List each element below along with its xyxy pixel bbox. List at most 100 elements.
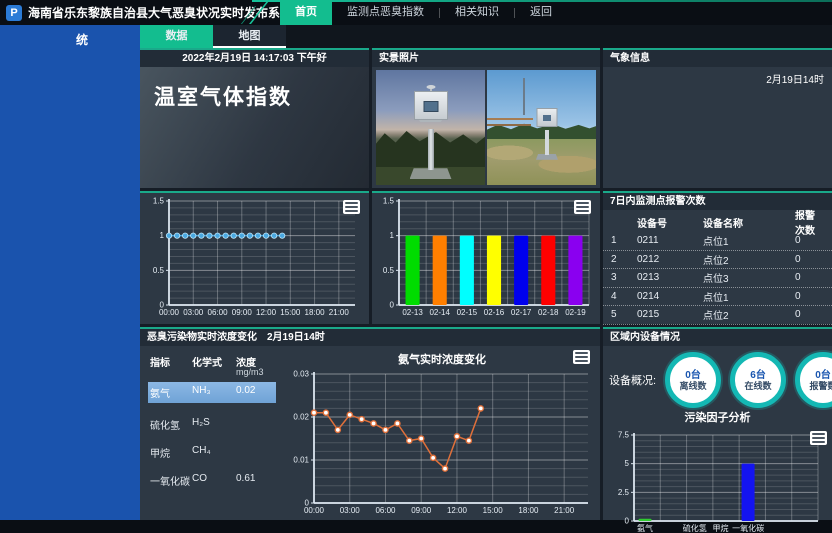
alarm-table-row: 40214点位10 bbox=[603, 288, 832, 307]
pollution-factor-title: 污染因子分析 bbox=[603, 409, 832, 425]
nav-item-2[interactable]: 监测点恶臭指数 bbox=[332, 0, 439, 25]
top-bar: P 海南省乐东黎族自治县大气恶臭状况实时发布系 首页监测点恶臭指数相关知识返回 bbox=[0, 0, 832, 25]
app-logo-icon: P bbox=[6, 5, 22, 21]
devices-title: 区域内设备情况 bbox=[603, 329, 832, 346]
panel-daily-index: 0 0.5 1 1.5 02-13 02-14 02-15 02-16 02-17 02-18 02… bbox=[372, 191, 600, 324]
chart-menu-icon[interactable] bbox=[574, 200, 591, 214]
pollutants-title: 恶臭污染物实时浓度变化 bbox=[147, 329, 257, 346]
svg-text:甲烷: 甲烷 bbox=[712, 523, 728, 533]
pollution-factor-svg: 02.557.5氨气硫化氢甲烷一氧化碳 bbox=[612, 431, 824, 533]
greenhouse-index-headline: 温室气体指数 bbox=[140, 67, 369, 111]
alarm-table-row: 50215点位20 bbox=[603, 306, 832, 325]
svg-text:02-19: 02-19 bbox=[565, 308, 586, 317]
svg-text:06:00: 06:00 bbox=[207, 308, 228, 317]
pollutants-timestamp: 2月19日14时 bbox=[267, 329, 325, 346]
svg-text:09:00: 09:00 bbox=[411, 506, 432, 515]
nh3-chart-title: 氨气实时浓度变化 bbox=[286, 351, 598, 367]
svg-text:0.5: 0.5 bbox=[152, 266, 164, 275]
daily-index-chart[interactable]: 0 0.5 1 1.5 02-13 02-14 02-15 02-16 02-17 02-18 02… bbox=[372, 193, 600, 324]
nav-item-3[interactable]: 相关知识 bbox=[440, 0, 514, 25]
monitoring-station-dusk-photo bbox=[376, 70, 485, 185]
pollutant-row-CO[interactable]: 一氧化碳CO0.61 bbox=[150, 473, 286, 488]
svg-text:0.03: 0.03 bbox=[293, 370, 309, 379]
weather-timestamp: 2月19日14时 bbox=[766, 71, 824, 86]
svg-text:02-14: 02-14 bbox=[429, 308, 450, 317]
svg-text:15:00: 15:00 bbox=[483, 506, 504, 515]
chart-menu-icon[interactable] bbox=[343, 200, 360, 214]
svg-text:21:00: 21:00 bbox=[554, 506, 575, 515]
pollution-factor-chart[interactable]: 02.557.5氨气硫化氢甲烷一氧化碳 bbox=[603, 429, 832, 533]
nav-item-4[interactable]: 返回 bbox=[515, 0, 567, 25]
pollutant-row-H₂S[interactable]: 硫化氢H₂S bbox=[150, 417, 286, 432]
chart-menu-icon[interactable] bbox=[573, 350, 590, 364]
svg-text:0.5: 0.5 bbox=[383, 266, 395, 275]
svg-text:02-17: 02-17 bbox=[511, 308, 532, 317]
weather-title: 气象信息 bbox=[603, 50, 832, 67]
svg-text:0.01: 0.01 bbox=[293, 456, 309, 465]
svg-text:03:00: 03:00 bbox=[183, 308, 204, 317]
tab-row: 数据地图 bbox=[140, 25, 832, 48]
concentration-unit: mg/m3 bbox=[236, 367, 276, 377]
svg-text:03:00: 03:00 bbox=[340, 506, 361, 515]
photos-title: 实景照片 bbox=[372, 50, 600, 67]
svg-text:02-16: 02-16 bbox=[484, 308, 505, 317]
panel-index-trend: 00.511.500:0003:0006:0009:0012:0015:0018… bbox=[140, 191, 369, 324]
app-title-wrap: 统 bbox=[0, 25, 140, 48]
svg-text:1: 1 bbox=[159, 231, 164, 240]
svg-text:18:00: 18:00 bbox=[518, 506, 539, 515]
svg-text:0.02: 0.02 bbox=[293, 413, 309, 422]
svg-text:氨气: 氨气 bbox=[637, 523, 653, 533]
svg-text:18:00: 18:00 bbox=[304, 308, 325, 317]
dashboard-root: { "header": { "logo_glyph": "P", "title"… bbox=[0, 0, 832, 520]
svg-text:21:00: 21:00 bbox=[328, 308, 349, 317]
svg-text:5: 5 bbox=[624, 459, 629, 468]
datetime-text: 2022年2月19日 14:17:03 下午好 bbox=[140, 50, 369, 67]
content-area: 2022年2月19日 14:17:03 下午好 温室气体指数 实景照片 气象信息 bbox=[140, 48, 832, 520]
svg-text:2.5: 2.5 bbox=[617, 488, 629, 497]
panel-site-photos: 实景照片 bbox=[372, 48, 600, 188]
sidebar: 统 bbox=[0, 25, 140, 520]
nav-item-1[interactable]: 首页 bbox=[280, 0, 332, 25]
panel-region-devices: 区域内设备情况 设备概况: 0台离线数6台在线数0台报警数 污染因子分析 02.… bbox=[603, 327, 832, 520]
svg-text:02-18: 02-18 bbox=[538, 308, 559, 317]
main-nav: 首页监测点恶臭指数相关知识返回 bbox=[280, 0, 567, 25]
pollutant-rows: 氨气NH₃0.02 硫化氢H₂S 甲烷CH₄ 一氧化碳CO0.61 bbox=[150, 382, 286, 488]
tab-2[interactable]: 地图 bbox=[213, 25, 286, 48]
device-overview-row: 设备概况: 0台离线数6台在线数0台报警数 bbox=[603, 346, 832, 408]
svg-text:1: 1 bbox=[390, 231, 395, 240]
chart-menu-icon[interactable] bbox=[810, 431, 827, 445]
svg-text:02-15: 02-15 bbox=[457, 308, 478, 317]
svg-text:06:00: 06:00 bbox=[375, 506, 396, 515]
device-stat-circle: 0台报警数 bbox=[795, 352, 832, 408]
device-stat-circle: 6台在线数 bbox=[730, 352, 786, 408]
device-stat-circle: 0台离线数 bbox=[665, 352, 721, 408]
pollutant-row-NH₃[interactable]: 氨气NH₃0.02 bbox=[148, 382, 276, 403]
svg-text:1.5: 1.5 bbox=[383, 197, 395, 206]
pollutant-row-CH₄[interactable]: 甲烷CH₄ bbox=[150, 445, 286, 460]
svg-text:12:00: 12:00 bbox=[256, 308, 277, 317]
svg-text:00:00: 00:00 bbox=[158, 308, 179, 317]
alarm-table-row: 10211点位10 bbox=[603, 232, 832, 251]
svg-text:一氧化碳: 一氧化碳 bbox=[732, 523, 764, 533]
tab-1[interactable]: 数据 bbox=[140, 25, 213, 48]
svg-text:15:00: 15:00 bbox=[280, 308, 301, 317]
svg-text:02-13: 02-13 bbox=[402, 308, 423, 317]
svg-text:0: 0 bbox=[390, 301, 395, 310]
svg-text:1.5: 1.5 bbox=[152, 197, 164, 206]
device-stat-circles: 0台离线数6台在线数0台报警数 bbox=[665, 352, 832, 408]
nh3-trend-chart[interactable]: 氨气实时浓度变化 00.010.020.0300:0003:0006:0009:… bbox=[286, 350, 598, 518]
daily-index-svg: 0 0.5 1 1.5 02-13 02-14 02-15 02-16 02-17 02-18 02… bbox=[375, 195, 597, 319]
pollutant-table: 指标 化学式 浓度 mg/m3 氨气NH₃0.02硫化氢H₂S甲烷CH₄一氧化碳… bbox=[150, 350, 286, 518]
alarm-table-row: 20212点位20 bbox=[603, 251, 832, 270]
nh3-trend-svg: 00.010.020.0300:0003:0006:0009:0012:0015… bbox=[286, 369, 598, 517]
device-overview-label: 设备概况: bbox=[609, 372, 665, 388]
alarm-table-row: 30213点位30 bbox=[603, 269, 832, 288]
svg-text:12:00: 12:00 bbox=[447, 506, 468, 515]
panel-greenhouse-index: 2022年2月19日 14:17:03 下午好 温室气体指数 bbox=[140, 48, 369, 188]
panel-weather: 气象信息 2月19日14时 bbox=[603, 48, 832, 188]
svg-text:0: 0 bbox=[624, 517, 629, 526]
panel-pollutant-realtime: 恶臭污染物实时浓度变化 2月19日14时 指标 化学式 浓度 mg/m3 氨气N… bbox=[140, 327, 600, 520]
svg-text:00:00: 00:00 bbox=[304, 506, 325, 515]
index-trend-chart[interactable]: 00.511.500:0003:0006:0009:0012:0015:0018… bbox=[140, 193, 369, 324]
alarm-table-header: 设备号 设备名称 报警次数 bbox=[603, 212, 832, 232]
